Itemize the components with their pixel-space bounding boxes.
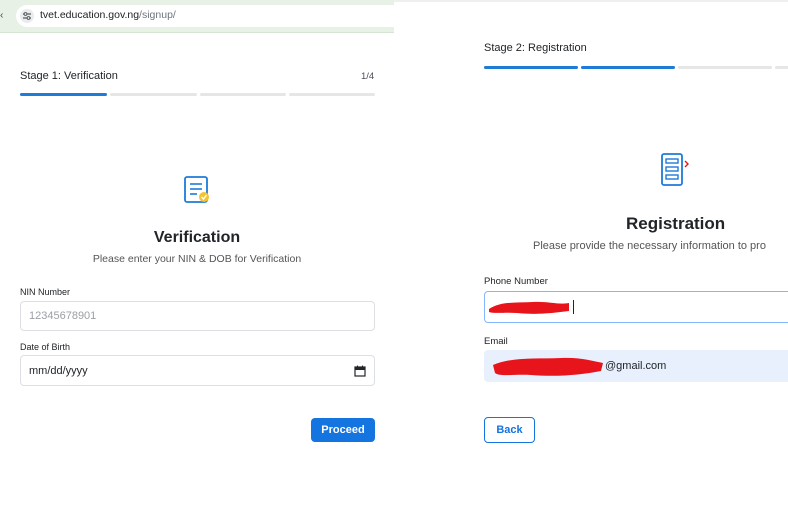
email-domain: @gmail.com [605,360,667,372]
progress-segment-1 [20,93,107,96]
progress-segment-2 [581,66,675,69]
verification-panel: ‹ tvet.education.gov.ng/signup/ Stage 1:… [0,0,394,515]
form-list-icon [660,152,692,188]
progress-segment-4 [775,66,788,69]
text-caret [573,300,574,314]
phone-label: Phone Number [484,276,548,287]
progress-segment-4 [289,93,375,96]
progress-segment-3 [200,93,286,96]
email-label: Email [484,336,508,347]
checklist-verify-icon [182,174,214,206]
calendar-icon[interactable] [354,365,366,377]
top-divider [394,0,788,2]
stage-count: 1/4 [361,71,375,82]
browser-address-bar: ‹ tvet.education.gov.ng/signup/ [0,0,394,33]
back-arrow-icon[interactable]: ‹ [0,10,6,22]
progress-segment-2 [110,93,197,96]
url-field[interactable]: tvet.education.gov.ng/signup/ [16,5,394,27]
dob-input[interactable]: mm/dd/yyyy [20,355,375,386]
verification-heading: Verification [153,229,241,246]
registration-heading: Registration [626,214,726,233]
proceed-button[interactable]: Proceed [311,418,375,442]
back-button[interactable]: Back [484,417,535,443]
stage-progress-bar [484,66,788,69]
url-host: tvet.education.gov.ng [40,9,140,21]
registration-panel: Stage 2: Registration Registration Pleas… [394,0,788,515]
redaction-mark [493,357,603,376]
registration-subtitle: Please provide the necessary information… [533,240,766,252]
dob-label: Date of Birth [20,342,71,352]
stage-title: Stage 2: Registration [484,42,587,54]
nin-input[interactable] [20,301,375,331]
verification-subtitle: Please enter your NIN & DOB for Verifica… [92,253,302,265]
redaction-mark [489,301,569,314]
nin-label: NIN Number [20,287,71,297]
stage-progress-bar [20,93,375,96]
email-input[interactable]: @gmail.com [484,350,788,382]
url-text: tvet.education.gov.ng/signup/ [40,9,176,21]
dob-value: mm/dd/yyyy [29,364,88,377]
stage-title: Stage 1: Verification [20,70,118,82]
site-info-icon[interactable] [20,9,34,23]
url-path: /signup/ [139,9,176,21]
progress-segment-3 [678,66,772,69]
progress-segment-1 [484,66,578,69]
phone-input[interactable] [484,291,788,323]
